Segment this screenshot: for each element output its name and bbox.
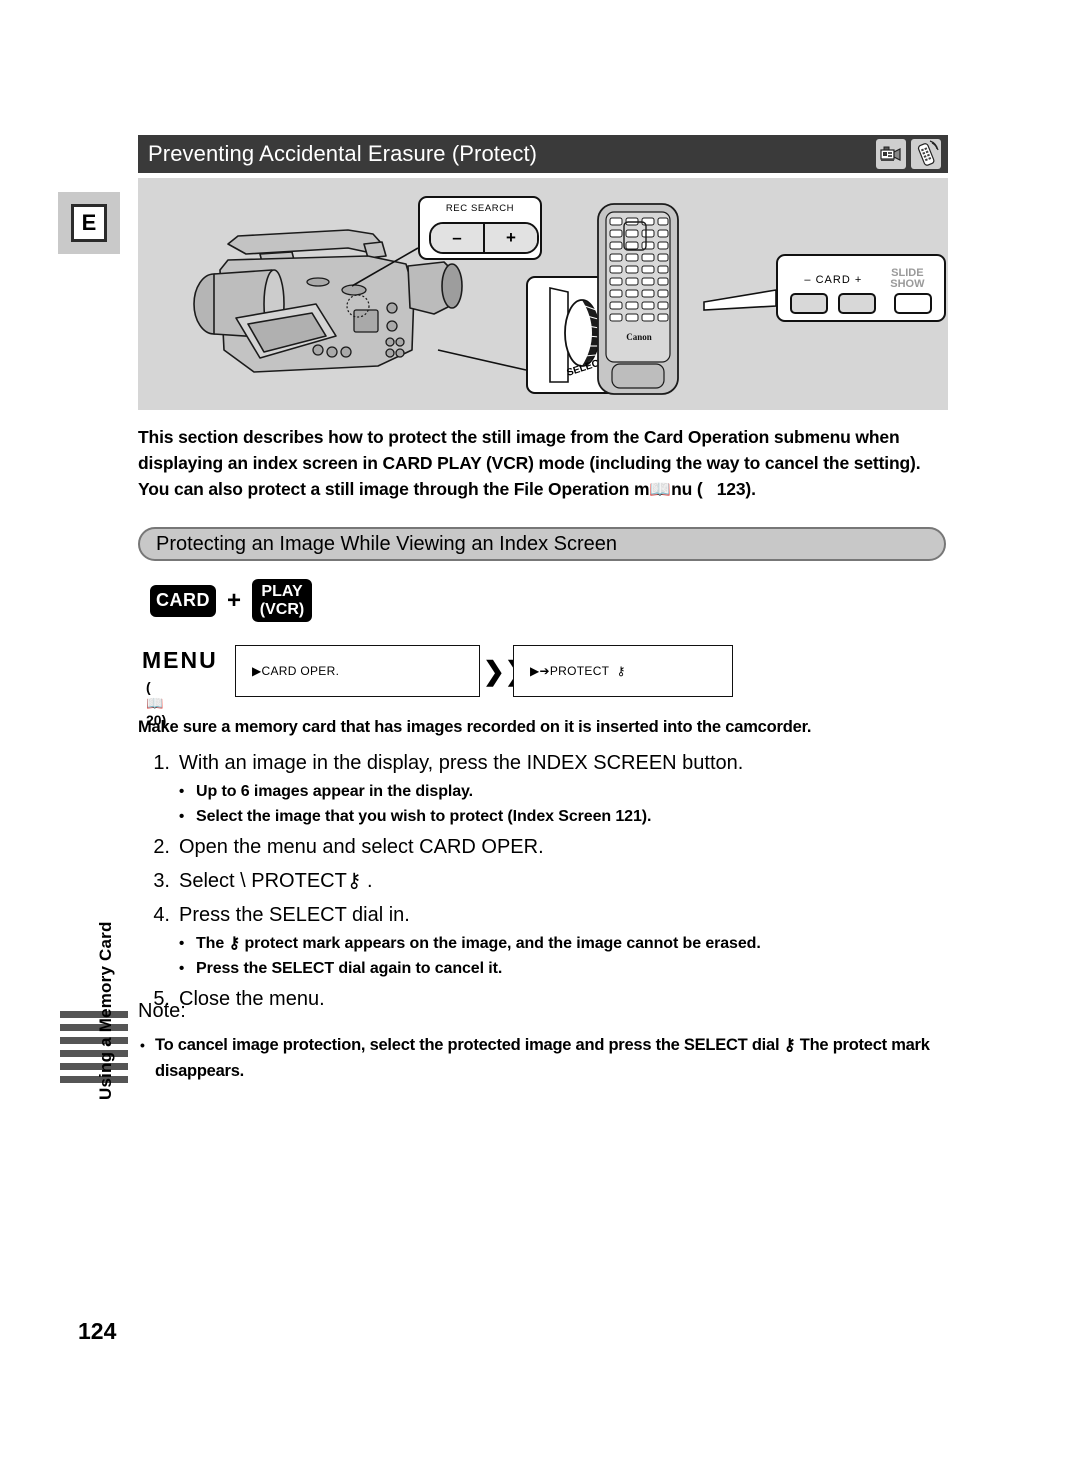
side-bar [60, 1063, 128, 1070]
step-text: Select \ PROTECT⚷ . [179, 870, 373, 892]
intro-line-3: You can also protect a still image throu… [138, 476, 950, 503]
mode-badge-group: CARD + PLAY (VCR) [150, 579, 313, 622]
menu-ref-open: ( [146, 679, 151, 695]
step-number: 1. [153, 752, 170, 774]
note-item: To cancel image protection, select the p… [138, 1032, 956, 1084]
step-item: 3. Select \ PROTECT⚷ . [138, 865, 950, 897]
illustration-panel: REC SEARCH – + SELECT Canon – CARD + SLI… [138, 178, 948, 410]
badge-separator: + [227, 586, 242, 614]
side-bar [60, 1076, 128, 1083]
intro-line-2: displaying an index screen in CARD PLAY … [138, 453, 921, 473]
side-index-bars [60, 1011, 128, 1089]
protect-key-icon: ⚷ [616, 664, 626, 678]
page-number: 124 [78, 1318, 117, 1344]
remote-card-minus-button[interactable] [790, 293, 828, 314]
badge-play-vcr: PLAY (VCR) [252, 579, 313, 622]
step-bullets: Up to 6 images appear in the display. Se… [138, 779, 950, 829]
intro-line-1: This section describes how to protect th… [138, 427, 900, 447]
prerequisite-note: Make sure a memory card that has images … [138, 718, 812, 736]
svg-text:Canon: Canon [626, 332, 652, 342]
step-bullet: The ⚷ protect mark appears on the image,… [138, 931, 950, 956]
remote-button-labels: – CARD + SLIDE SHOW [778, 268, 944, 290]
remote-plus-label: + [854, 274, 863, 286]
step-bullets: The ⚷ protect mark appears on the image,… [138, 931, 950, 981]
remote-control-illustration: Canon [597, 203, 679, 395]
step-list: 1. With an image in the display, press t… [138, 745, 950, 1015]
language-tab: E [58, 192, 120, 254]
remote-card-plus-button[interactable] [838, 293, 876, 314]
step-bullet: Press the SELECT dial again to cancel it… [138, 956, 950, 981]
remote-control-icon [911, 139, 941, 169]
title-icon-group [876, 139, 948, 169]
remote-slide-show-button[interactable] [894, 293, 932, 314]
badge-play-line-2: (VCR) [259, 600, 305, 618]
book-icon: 📖 [649, 480, 672, 500]
step-item: 1. With an image in the display, press t… [138, 747, 950, 779]
note-heading: Note: [138, 1000, 186, 1022]
step-text: Close the menu. [179, 988, 325, 1010]
rec-search-minus-button[interactable]: – [431, 224, 485, 252]
step-number: 4. [153, 904, 170, 926]
section-title-bar: Preventing Accidental Erasure (Protect) [138, 135, 948, 173]
menu-item-protect-text: ▶➔PROTECT [530, 664, 610, 678]
callout-rec-search: REC SEARCH – + [418, 196, 542, 260]
side-bar [60, 1024, 128, 1031]
page-title: Preventing Accidental Erasure (Protect) [148, 141, 538, 166]
side-bar [60, 1050, 128, 1057]
book-icon: 📖 [146, 696, 164, 712]
camcorder-icon [876, 139, 906, 169]
step-text: Press the SELECT dial in. [179, 904, 410, 926]
callout-remote-card-buttons: – CARD + SLIDE SHOW [776, 254, 946, 322]
step-item: 5. Close the menu. [138, 983, 950, 1015]
remote-card-label: – CARD + [790, 268, 877, 286]
menu-item-protect[interactable]: ▶➔PROTECT ⚷ [513, 645, 733, 697]
intro-line-3-pre: You can also protect a still image throu… [138, 479, 650, 499]
intro-line-3-post: nu ( [671, 479, 703, 499]
badge-play-line-1: PLAY [261, 582, 303, 600]
chapter-side-label: Using a Memory Card [96, 921, 115, 1100]
step-number: 2. [153, 836, 170, 858]
intro-paragraph: This section describes how to protect th… [138, 424, 950, 503]
remote-callout-body: – CARD + SLIDE SHOW [778, 268, 944, 314]
rec-search-label: REC SEARCH [445, 203, 515, 214]
remote-button-shapes [778, 290, 944, 314]
slide-show-line-2: SHOW [890, 278, 925, 290]
step-number: 3. [153, 870, 170, 892]
remote-minus-label: – [804, 274, 812, 286]
menu-item-card-oper[interactable]: ▶CARD OPER. [235, 645, 480, 697]
menu-label: MENU [142, 647, 218, 673]
step-item: 2. Open the menu and select CARD OPER. [138, 831, 950, 863]
side-bar [60, 1011, 128, 1018]
badge-card: CARD [150, 584, 216, 617]
rec-search-plus-button[interactable]: + [485, 224, 537, 252]
step-bullet: Up to 6 images appear in the display. [138, 779, 950, 804]
language-tab-letter: E [71, 204, 107, 242]
intro-page-ref: 123). [716, 479, 756, 499]
step-text: Open the menu and select CARD OPER. [179, 836, 544, 858]
remote-card-text: CARD [815, 274, 851, 286]
note-list: To cancel image protection, select the p… [138, 1032, 956, 1084]
step-item: 4. Press the SELECT dial in. [138, 899, 950, 931]
rec-search-buttons: – + [429, 222, 539, 254]
side-bar [60, 1037, 128, 1044]
remote-slide-show-label: SLIDE SHOW [883, 268, 932, 290]
subsection-heading: Protecting an Image While Viewing an Ind… [138, 527, 946, 561]
step-bullet: Select the image that you wish to protec… [138, 804, 950, 829]
step-text: With an image in the display, press the … [179, 752, 744, 774]
